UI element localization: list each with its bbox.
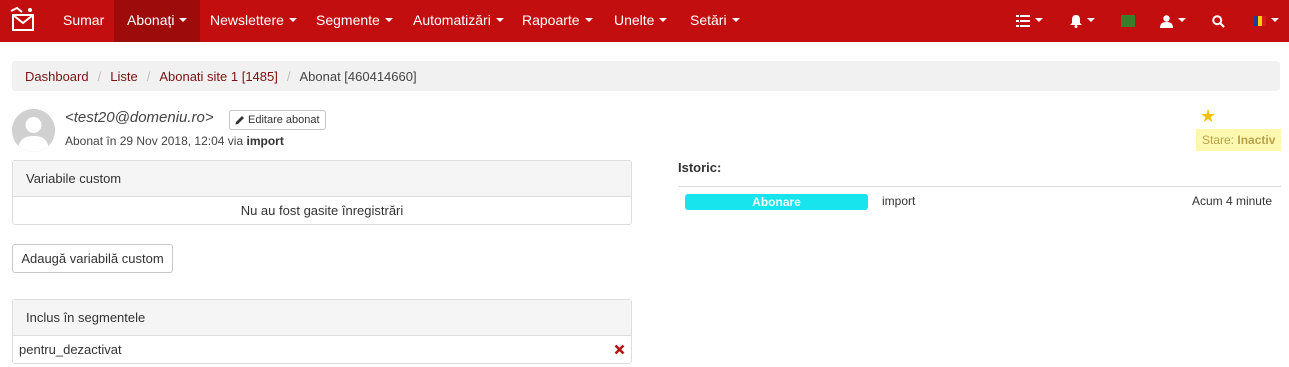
chevron-down-icon (1087, 18, 1095, 22)
segments-panel: Inclus în segmentele pentru_dezactivat (12, 299, 632, 364)
breadcrumb-separator: / (146, 68, 151, 84)
edit-subscriber-label: Editare abonat (248, 114, 320, 126)
divider (678, 186, 1281, 187)
bell-icon (1070, 14, 1082, 28)
chevron-down-icon (1271, 18, 1279, 22)
flag-button[interactable] (1121, 0, 1135, 42)
breadcrumb: Dashboard / Liste / Abonati site 1 [1485… (12, 61, 1280, 91)
search-icon (1212, 14, 1225, 28)
subscription-date: Abonat în 29 Nov 2018, 12:04 via (65, 134, 244, 148)
nav-rapoarte-label: Rapoarte (522, 12, 580, 28)
app-logo-icon[interactable] (8, 6, 38, 36)
subscriber-email: <test20@domeniu.ro> (65, 109, 214, 126)
flag-icon (1121, 15, 1135, 27)
event-source: import (882, 194, 916, 208)
chevron-down-icon (288, 18, 297, 23)
segments-title: Inclus în segmentele (13, 300, 631, 336)
custom-variables-title: Variabile custom (13, 161, 631, 197)
chevron-down-icon (584, 18, 593, 23)
chevron-down-icon (1178, 18, 1186, 22)
breadcrumb-separator: / (97, 68, 102, 84)
status-value: Inactiv (1237, 133, 1276, 147)
avatar (12, 109, 55, 152)
chevron-down-icon (495, 18, 504, 23)
breadcrumb-liste[interactable]: Liste (110, 69, 137, 84)
list-item: pentru_dezactivat (13, 336, 631, 363)
segment-name: pentru_dezactivat (19, 342, 122, 357)
star-icon[interactable]: ★ (1200, 106, 1216, 127)
status-badge: Stare: Inactiv (1196, 129, 1282, 151)
user-icon (1160, 14, 1173, 28)
default-avatar-icon (12, 109, 55, 152)
breadcrumb-separator: / (286, 68, 291, 84)
nav-unelte[interactable]: Unelte (601, 0, 680, 42)
nav-sumar-label: Sumar (63, 12, 105, 28)
language-button[interactable] (1254, 0, 1279, 42)
top-navbar: Sumar Abonați Newslettere Segmente Autom… (0, 0, 1289, 42)
chevron-down-icon (659, 18, 668, 23)
remove-icon[interactable] (614, 344, 625, 355)
nav-rapoarte[interactable]: Rapoarte (509, 0, 606, 42)
user-menu-button[interactable] (1160, 0, 1186, 42)
nav-automatizari[interactable]: Automatizări (400, 0, 517, 42)
nav-setari[interactable]: Setări (677, 0, 753, 42)
subscription-source: import (246, 134, 284, 148)
subscription-info: Abonat în 29 Nov 2018, 12:04 via import (65, 134, 284, 148)
add-custom-variable-button[interactable]: Adaugă variabilă custom (12, 244, 173, 273)
nav-segmente-label: Segmente (316, 12, 380, 28)
nav-newslettere[interactable]: Newslettere (197, 0, 310, 42)
event-time: Acum 4 minute (1191, 194, 1272, 208)
chevron-down-icon (179, 18, 188, 23)
breadcrumb-dashboard[interactable]: Dashboard (25, 69, 89, 84)
nav-sumar[interactable]: Sumar (50, 0, 117, 42)
nav-segmente[interactable]: Segmente (303, 0, 406, 42)
breadcrumb-list[interactable]: Abonati site 1 [1485] (159, 69, 278, 84)
language-flag-icon (1254, 16, 1266, 26)
empty-records-message: Nu au fost gasite înregistrări (240, 203, 404, 218)
history-title: Istoric: (678, 160, 722, 175)
chevron-down-icon (731, 18, 740, 23)
custom-variables-panel: Variabile custom Nu au fost gasite înreg… (12, 160, 632, 225)
nav-unelte-label: Unelte (614, 12, 655, 28)
event-type-badge: Abonare (685, 194, 868, 210)
nav-automatizari-label: Automatizări (413, 12, 491, 28)
breadcrumb-current: Abonat [460414660] (299, 68, 417, 84)
nav-setari-label: Setări (690, 12, 727, 28)
chevron-down-icon (1035, 18, 1043, 22)
add-custom-variable-label: Adaugă variabilă custom (21, 251, 164, 266)
list-menu-button[interactable] (1016, 0, 1043, 42)
nav-abonati[interactable]: Abonați (114, 0, 201, 42)
chevron-down-icon (384, 18, 393, 23)
status-label: Stare: (1202, 133, 1235, 147)
search-button[interactable] (1212, 0, 1225, 42)
pencil-icon (235, 116, 244, 125)
edit-subscriber-button[interactable]: Editare abonat (229, 110, 326, 130)
list-icon (1016, 15, 1030, 27)
notifications-button[interactable] (1070, 0, 1095, 42)
nav-newslettere-label: Newslettere (210, 12, 284, 28)
nav-abonati-label: Abonați (127, 12, 175, 28)
